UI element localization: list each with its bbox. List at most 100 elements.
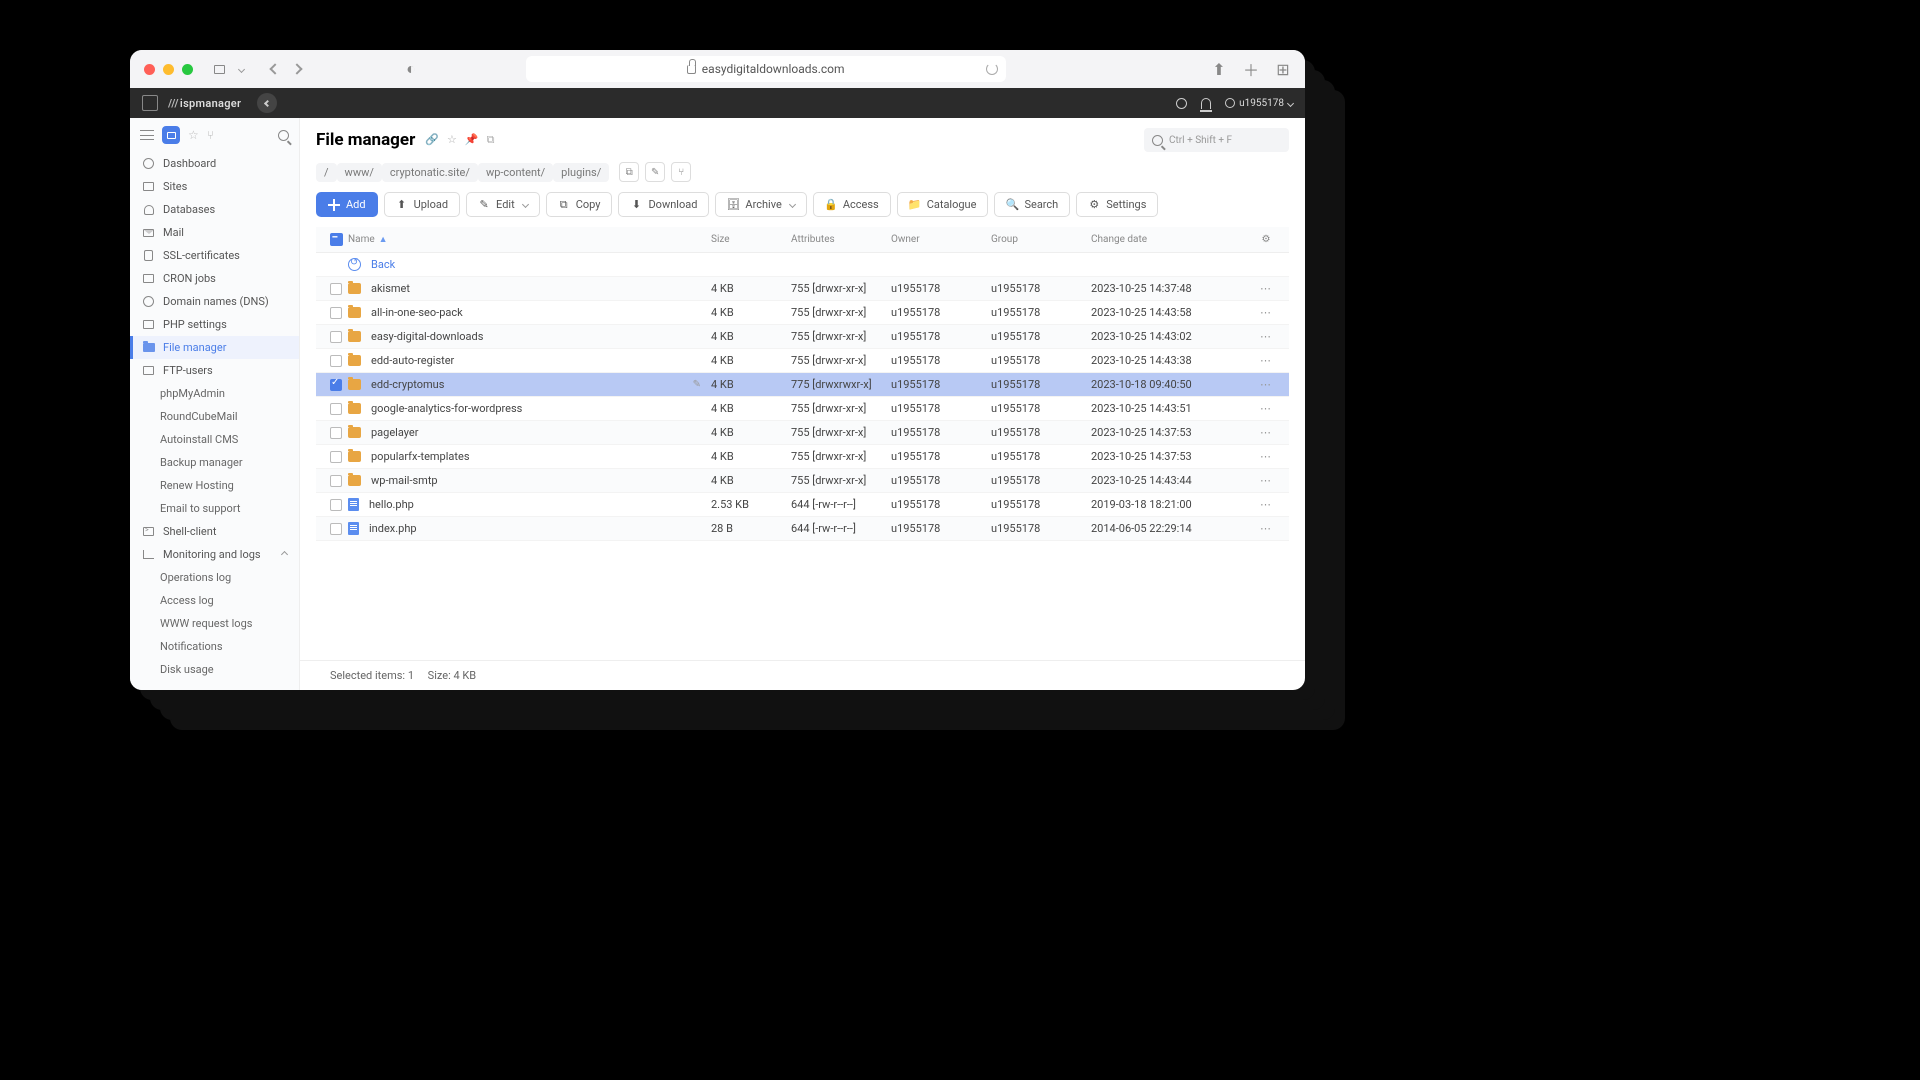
table-row[interactable]: pagelayer4 KB755 [drwxr-xr-x]u1955178u19… xyxy=(316,421,1289,445)
sidebar-item-cron[interactable]: CRON jobs xyxy=(130,267,299,290)
breadcrumb-segment[interactable]: / xyxy=(316,163,337,182)
row-checkbox[interactable] xyxy=(330,451,342,463)
download-button[interactable]: ⬇Download xyxy=(618,192,709,217)
sidebar-item-mail[interactable]: Mail xyxy=(130,221,299,244)
row-checkbox[interactable] xyxy=(330,403,342,415)
sidebar-item-backup[interactable]: Backup manager xyxy=(130,451,299,474)
row-menu-button[interactable]: ⋯ xyxy=(1260,522,1272,535)
sidebar-item-accesslog[interactable]: Access log xyxy=(130,589,299,612)
row-checkbox[interactable] xyxy=(330,379,342,391)
close-dot[interactable] xyxy=(144,64,155,75)
breadcrumb-segment[interactable]: cryptonatic.site/ xyxy=(382,163,478,182)
row-checkbox[interactable] xyxy=(330,355,342,367)
user-menu[interactable]: u1955178 xyxy=(1225,98,1293,109)
col-name[interactable]: Name▲ xyxy=(348,234,711,245)
branch-icon[interactable]: ⑂ xyxy=(207,128,214,142)
bc-edit-icon[interactable]: ✎ xyxy=(645,162,665,182)
sidebar-item-renew[interactable]: Renew Hosting xyxy=(130,474,299,497)
star-icon[interactable]: ☆ xyxy=(447,133,457,147)
table-row[interactable]: akismet4 KB755 [drwxr-xr-x]u1955178u1955… xyxy=(316,277,1289,301)
settings-icon[interactable] xyxy=(1176,98,1187,109)
sidebar-toggle-icon[interactable] xyxy=(211,61,227,77)
copy-button[interactable]: ⧉Copy xyxy=(546,192,613,217)
sidebar-item-autoinstall[interactable]: Autoinstall CMS xyxy=(130,428,299,451)
row-menu-button[interactable]: ⋯ xyxy=(1260,306,1272,319)
history-back-button[interactable] xyxy=(257,93,277,113)
tabs-grid-icon[interactable]: ⊞ xyxy=(1275,61,1291,77)
breadcrumb-segment[interactable]: plugins/ xyxy=(553,163,609,182)
search-button[interactable]: 🔍Search xyxy=(994,192,1070,217)
row-checkbox[interactable] xyxy=(330,307,342,319)
access-button[interactable]: 🔒Access xyxy=(813,192,891,217)
new-tab-icon[interactable]: ＋ xyxy=(1243,61,1259,77)
sidebar-item-wwwlog[interactable]: WWW request logs xyxy=(130,612,299,635)
search-input[interactable]: Ctrl + Shift + F xyxy=(1144,128,1289,152)
col-owner[interactable]: Owner xyxy=(891,234,991,245)
row-menu-button[interactable]: ⋯ xyxy=(1260,426,1272,439)
sidebar-item-ftp[interactable]: FTP-users xyxy=(130,359,299,382)
shield-icon[interactable]: ◐ xyxy=(403,61,419,77)
nav-back-icon[interactable] xyxy=(267,61,283,77)
star-icon[interactable]: ☆ xyxy=(188,128,199,142)
sidebar-item-shell[interactable]: Shell-client xyxy=(130,520,299,543)
sidebar-item-databases[interactable]: Databases xyxy=(130,198,299,221)
reload-icon[interactable] xyxy=(986,63,998,75)
table-row[interactable]: easy-digital-downloads4 KB755 [drwxr-xr-… xyxy=(316,325,1289,349)
table-row[interactable]: wp-mail-smtp4 KB755 [drwxr-xr-x]u1955178… xyxy=(316,469,1289,493)
row-checkbox[interactable] xyxy=(330,475,342,487)
sidebar-item-oplog[interactable]: Operations log xyxy=(130,566,299,589)
share-icon[interactable]: ⬆ xyxy=(1211,61,1227,77)
link-icon[interactable]: 🔗 xyxy=(425,133,439,147)
search-icon[interactable] xyxy=(278,130,289,141)
table-row[interactable]: edd-cryptomus✎4 KB775 [drwxrwxr-x]u19551… xyxy=(316,373,1289,397)
table-row[interactable]: edd-auto-register4 KB755 [drwxr-xr-x]u19… xyxy=(316,349,1289,373)
col-attributes[interactable]: Attributes xyxy=(791,234,891,245)
archive-button[interactable]: 🗄Archive xyxy=(715,192,806,217)
edit-button[interactable]: ✎Edit xyxy=(466,192,540,217)
dropdown-icon[interactable] xyxy=(233,61,249,77)
row-checkbox[interactable] xyxy=(330,427,342,439)
row-checkbox[interactable] xyxy=(330,523,342,535)
row-menu-button[interactable]: ⋯ xyxy=(1260,474,1272,487)
sidebar-item-ssl[interactable]: SSL-certificates xyxy=(130,244,299,267)
menu-icon[interactable] xyxy=(140,130,154,140)
settings-button[interactable]: ⚙Settings xyxy=(1076,192,1158,217)
copy-icon[interactable]: ⧉ xyxy=(487,133,495,147)
table-row[interactable]: all-in-one-seo-pack4 KB755 [drwxr-xr-x]u… xyxy=(316,301,1289,325)
table-row[interactable]: google-analytics-for-wordpress4 KB755 [d… xyxy=(316,397,1289,421)
sidebar-item-roundcube[interactable]: RoundCubeMail xyxy=(130,405,299,428)
row-menu-button[interactable]: ⋯ xyxy=(1260,330,1272,343)
bc-branch-icon[interactable]: ⑂ xyxy=(671,162,691,182)
row-menu-button[interactable]: ⋯ xyxy=(1260,354,1272,367)
catalogue-button[interactable]: 📁Catalogue xyxy=(897,192,989,217)
row-checkbox[interactable] xyxy=(330,499,342,511)
sidebar-item-filemanager[interactable]: File manager xyxy=(130,336,299,359)
row-checkbox[interactable] xyxy=(330,283,342,295)
select-all-checkbox[interactable] xyxy=(324,233,348,246)
bc-copy-icon[interactable]: ⧉ xyxy=(619,162,639,182)
row-menu-button[interactable]: ⋯ xyxy=(1260,378,1272,391)
sidebar-item-phpmyadmin[interactable]: phpMyAdmin xyxy=(130,382,299,405)
upload-button[interactable]: ⬆Upload xyxy=(384,192,460,217)
sidebar-item-sites[interactable]: Sites xyxy=(130,175,299,198)
maximize-dot[interactable] xyxy=(182,64,193,75)
table-row[interactable]: popularfx-templates4 KB755 [drwxr-xr-x]u… xyxy=(316,445,1289,469)
add-button[interactable]: Add xyxy=(316,192,378,217)
row-menu-button[interactable]: ⋯ xyxy=(1260,450,1272,463)
sidebar-item-dashboard[interactable]: Dashboard xyxy=(130,152,299,175)
notifications-icon[interactable] xyxy=(1201,98,1211,109)
col-size[interactable]: Size xyxy=(711,234,791,245)
sidebar-item-dns[interactable]: Domain names (DNS) xyxy=(130,290,299,313)
sidebar-item-disk[interactable]: Disk usage xyxy=(130,658,299,681)
breadcrumb-segment[interactable]: wp-content/ xyxy=(478,163,553,182)
url-bar[interactable]: easydigitaldownloads.com xyxy=(526,56,1006,82)
sidebar-item-monitoring[interactable]: Monitoring and logs xyxy=(130,543,299,566)
row-menu-button[interactable]: ⋯ xyxy=(1260,402,1272,415)
table-row[interactable]: index.php28 B644 [-rw-r--r--]u1955178u19… xyxy=(316,517,1289,541)
minimize-dot[interactable] xyxy=(163,64,174,75)
row-menu-button[interactable]: ⋯ xyxy=(1260,282,1272,295)
back-row[interactable]: Back xyxy=(316,253,1289,277)
view-list-icon[interactable] xyxy=(162,126,180,144)
nav-forward-icon[interactable] xyxy=(289,61,305,77)
breadcrumb-segment[interactable]: www/ xyxy=(337,163,382,182)
